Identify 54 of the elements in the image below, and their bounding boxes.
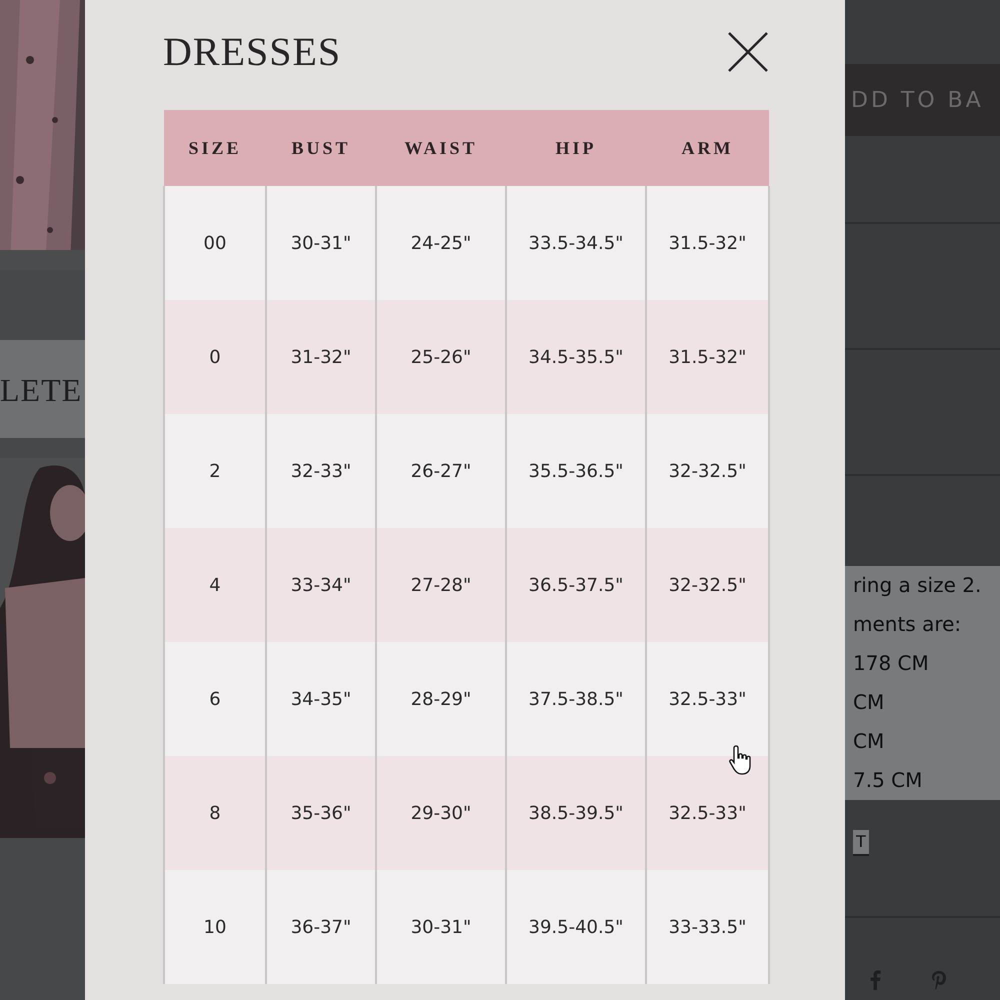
- text-link[interactable]: T: [853, 830, 869, 856]
- table-cell: 34.5-35.5": [506, 300, 646, 414]
- table-cell: 31-32": [266, 300, 376, 414]
- table-cell: 24-25": [376, 186, 506, 300]
- table-cell: 26-27": [376, 414, 506, 528]
- table-cell: 38.5-39.5": [506, 756, 646, 870]
- table-cell: 35-36": [266, 756, 376, 870]
- table-cell: 28-29": [376, 642, 506, 756]
- info-text: 178 CM: [845, 644, 1000, 683]
- close-button[interactable]: [727, 31, 769, 73]
- table-cell: 31.5-32": [646, 300, 769, 414]
- table-cell: 33-34": [266, 528, 376, 642]
- table-cell: 36.5-37.5": [506, 528, 646, 642]
- table-cell: 33.5-34.5": [506, 186, 646, 300]
- table-cell: 25-26": [376, 300, 506, 414]
- facebook-icon[interactable]: [869, 970, 881, 990]
- table-cell: 8: [164, 756, 266, 870]
- info-text: CM: [845, 722, 1000, 761]
- table-cell: 32-33": [266, 414, 376, 528]
- table-cell: 32-32.5": [646, 528, 769, 642]
- info-text: 7.5 CM: [845, 761, 1000, 800]
- table-cell: 4: [164, 528, 266, 642]
- close-icon: [727, 31, 769, 73]
- table-cell: 30-31": [376, 870, 506, 984]
- table-cell: 35.5-36.5": [506, 414, 646, 528]
- info-text: ring a size 2.: [845, 566, 1000, 605]
- pinterest-icon[interactable]: [931, 970, 947, 990]
- table-cell: 31.5-32": [646, 186, 769, 300]
- table-cell: 27-28": [376, 528, 506, 642]
- table-cell: 32-32.5": [646, 414, 769, 528]
- add-to-bag-button[interactable]: DD TO BA: [845, 64, 1000, 136]
- table-cell: 0: [164, 300, 266, 414]
- heading-text: LETE: [0, 340, 85, 438]
- table-cell: 33-33.5": [646, 870, 769, 984]
- column-header: ARM: [646, 110, 769, 186]
- column-header: SIZE: [164, 110, 266, 186]
- table-cell: 39.5-40.5": [506, 870, 646, 984]
- table-cell: 2: [164, 414, 266, 528]
- table-cell: 6: [164, 642, 266, 756]
- column-header: BUST: [266, 110, 376, 186]
- info-text: ments are:: [845, 605, 1000, 644]
- table-cell: 34-35": [266, 642, 376, 756]
- column-header: HIP: [506, 110, 646, 186]
- table-cell: 32.5-33": [646, 642, 769, 756]
- table-cell: 00: [164, 186, 266, 300]
- table-cell: 29-30": [376, 756, 506, 870]
- table-cell: 36-37": [266, 870, 376, 984]
- modal-title: DRESSES: [163, 28, 342, 76]
- table-cell: 30-31": [266, 186, 376, 300]
- table-cell: 32.5-33": [646, 756, 769, 870]
- column-header: WAIST: [376, 110, 506, 186]
- table-cell: 37.5-38.5": [506, 642, 646, 756]
- info-text: CM: [845, 683, 1000, 722]
- table-cell: 10: [164, 870, 266, 984]
